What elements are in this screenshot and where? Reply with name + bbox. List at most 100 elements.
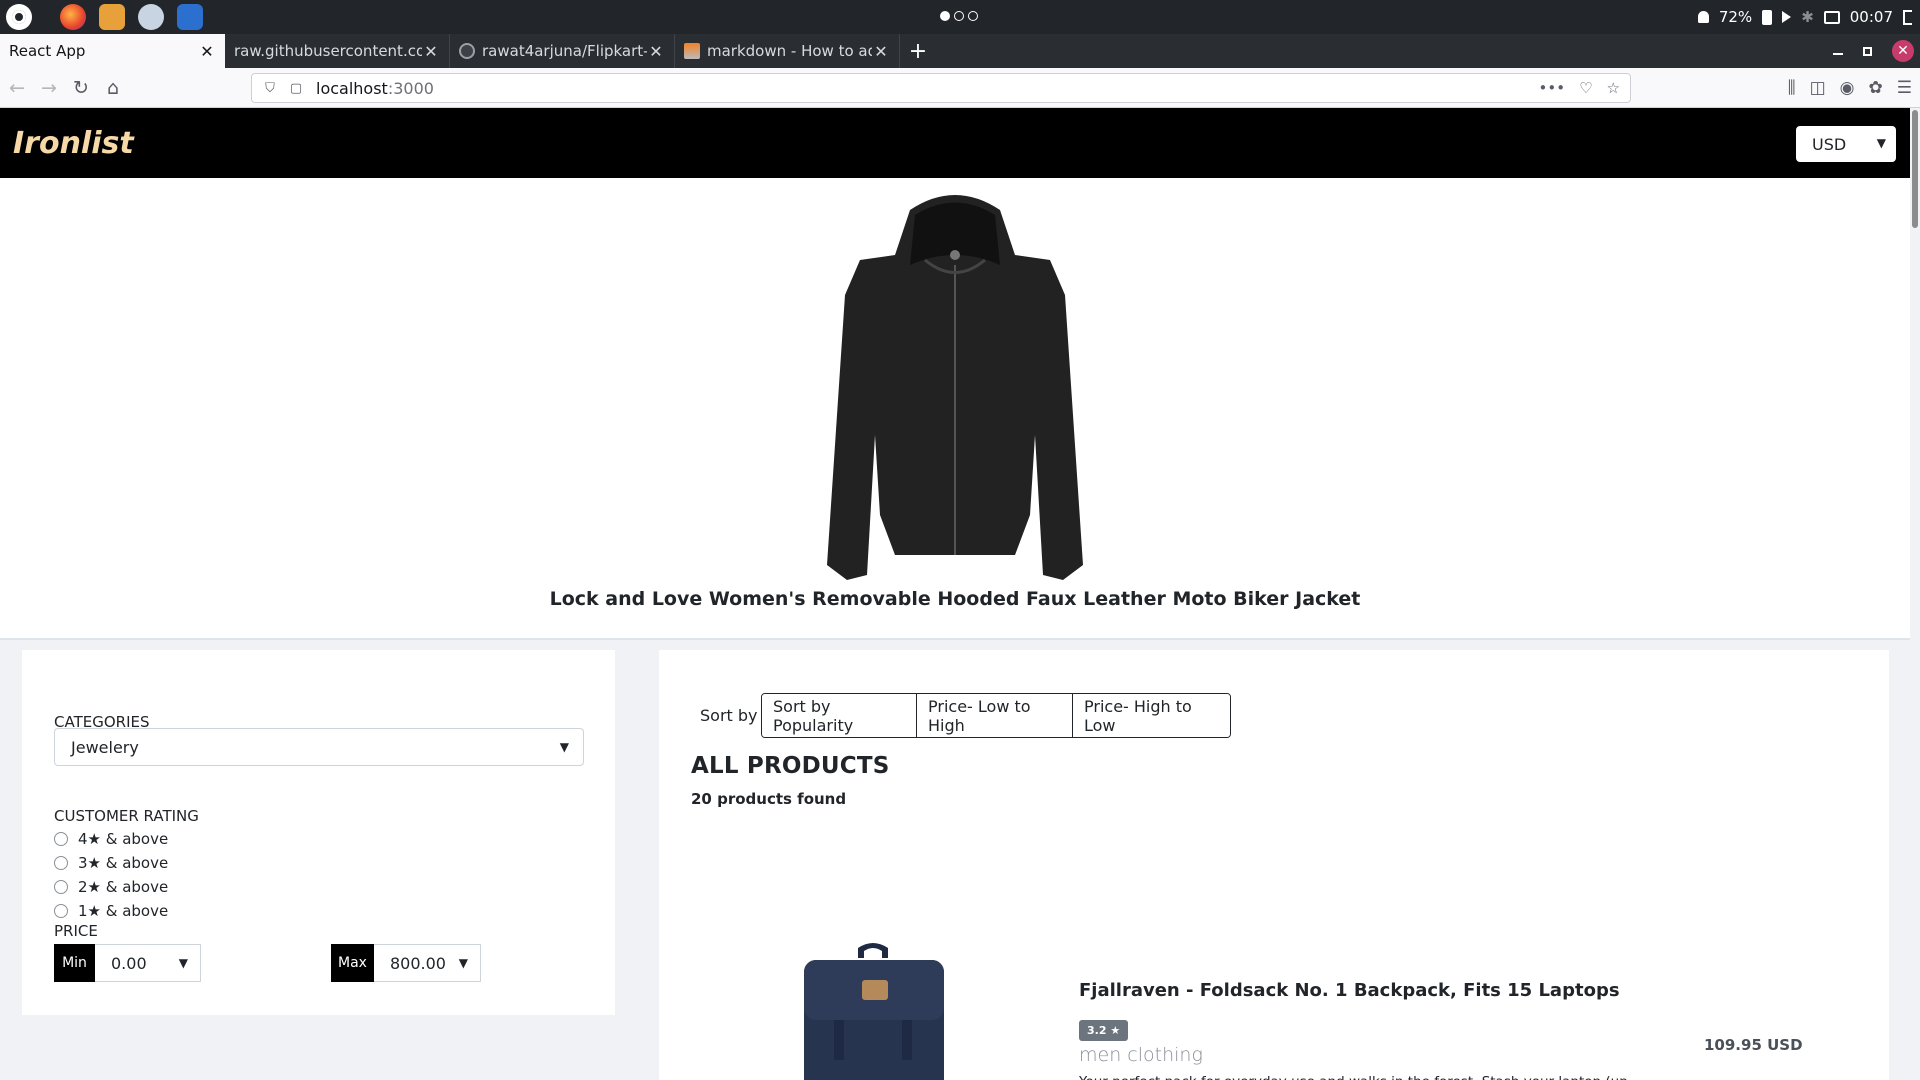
rating-option-4[interactable]: 4★ & above [54, 830, 168, 848]
rating-option-3[interactable]: 3★ & above [54, 854, 168, 872]
radio-button[interactable] [54, 832, 68, 846]
backpack-image[interactable] [796, 940, 951, 1080]
price-max-group: Max 800.00 ▼ [331, 944, 481, 982]
extension-icon[interactable]: ✿ [1869, 78, 1883, 98]
brand-logo[interactable]: Ironlist [13, 126, 134, 161]
clock-app-icon[interactable] [138, 4, 164, 30]
volume-icon[interactable] [1782, 11, 1792, 23]
library-icon[interactable]: ⫼ [1788, 78, 1796, 98]
battery-icon[interactable] [1762, 9, 1773, 25]
price-min-group: Min 0.00 ▼ [54, 944, 201, 982]
tab-label: markdown - How to ad [707, 42, 872, 60]
clock[interactable]: 00:07 [1850, 8, 1893, 26]
back-button[interactable]: ← [2, 73, 32, 103]
account-icon[interactable]: ◉ [1840, 78, 1855, 98]
tab-raw-github[interactable]: raw.githubusercontent.co ✕ [225, 34, 450, 68]
shield-icon[interactable]: ⛉ [262, 81, 278, 96]
display-icon[interactable] [1823, 10, 1840, 24]
workspace-dot[interactable] [940, 11, 950, 21]
category-select[interactable]: Jewelery ▼ [54, 728, 584, 766]
filter-panel: CATEGORIES Jewelery ▼ CUSTOMER RATING 4★… [22, 650, 615, 1015]
product-description: Your perfect pack for everyday use and w… [1079, 1072, 1639, 1080]
price-min-value: 0.00 [111, 953, 147, 973]
product-title[interactable]: Fjallraven - Foldsack No. 1 Backpack, Fi… [1079, 980, 1620, 1001]
forward-button[interactable]: → [34, 73, 64, 103]
radio-button[interactable] [54, 856, 68, 870]
system-tray: 72% ✱ 00:07 [1697, 0, 1912, 34]
workspace-dot[interactable] [954, 11, 964, 21]
close-window-icon[interactable]: ✕ [1892, 40, 1914, 62]
customer-rating-label: CUSTOMER RATING [54, 807, 199, 825]
sort-price-low-high-button[interactable]: Price- Low to High [917, 694, 1073, 737]
url-port: :3000 [387, 78, 434, 98]
page-info-icon[interactable]: ▢ [288, 81, 304, 96]
tab-react-app[interactable]: React App ✕ [0, 34, 225, 68]
rating-badge: 3.2 ★ [1079, 1020, 1129, 1041]
product-category: men clothing [1079, 1044, 1203, 1066]
radio-button[interactable] [54, 904, 68, 918]
page-actions-icon[interactable]: ••• [1539, 79, 1566, 97]
reload-button[interactable]: ↻ [66, 73, 96, 103]
tab-github-repo[interactable]: rawat4arjuna/Flipkart- ✕ [450, 34, 675, 68]
minimize-icon[interactable] [1833, 53, 1843, 55]
logout-icon[interactable] [1903, 9, 1912, 25]
close-tab-icon[interactable]: ✕ [422, 42, 440, 61]
browser-toolbar-right: ⫼ ◫ ◉ ✿ ☰ [1788, 68, 1912, 108]
home-button[interactable]: ⌂ [98, 73, 128, 103]
url-actions: ••• ♡ ☆ [1539, 79, 1630, 97]
workspace-indicator[interactable] [940, 11, 978, 21]
notification-icon[interactable] [1697, 11, 1709, 23]
rating-option-label: 2★ & above [78, 878, 169, 896]
sort-by-label: Sort by [700, 706, 758, 725]
files-icon[interactable] [99, 4, 125, 30]
maximize-icon[interactable] [1863, 46, 1872, 56]
featured-product: Lock and Love Women's Removable Hooded F… [0, 178, 1910, 640]
rating-option-2[interactable]: 2★ & above [54, 878, 168, 896]
vscode-icon[interactable] [177, 4, 203, 30]
close-tab-icon[interactable]: ✕ [198, 42, 216, 61]
currency-select[interactable]: USD ▼ [1796, 126, 1896, 162]
price-min-select[interactable]: 0.00 ▼ [95, 944, 201, 982]
page-scrollbar[interactable] [1910, 108, 1920, 1080]
os-menu-icon[interactable] [6, 4, 32, 30]
new-tab-button[interactable]: + [900, 34, 936, 68]
currency-value: USD [1812, 134, 1847, 154]
products-count: 20 products found [691, 790, 847, 808]
product-card[interactable]: Fjallraven - Foldsack No. 1 Backpack, Fi… [659, 840, 1889, 1080]
radio-button[interactable] [54, 880, 68, 894]
jacket-image[interactable] [815, 185, 1095, 590]
page-viewport: Ironlist USD ▼ Lock and Love Women's Rem… [0, 108, 1920, 1080]
sort-popularity-button[interactable]: Sort by Popularity [762, 694, 917, 737]
featured-product-title[interactable]: Lock and Love Women's Removable Hooded F… [0, 588, 1910, 610]
rating-option-1[interactable]: 1★ & above [54, 902, 168, 920]
bluetooth-icon[interactable]: ✱ [1801, 9, 1814, 25]
price-max-select[interactable]: 800.00 ▼ [374, 944, 481, 982]
all-products-title: ALL PRODUCTS [691, 753, 890, 779]
tab-stackoverflow[interactable]: markdown - How to ad ✕ [675, 34, 900, 68]
sidebar-icon[interactable]: ◫ [1810, 78, 1826, 98]
url-text[interactable]: localhost:3000 [316, 79, 434, 98]
close-tab-icon[interactable]: ✕ [647, 42, 665, 61]
menu-icon[interactable]: ☰ [1897, 78, 1912, 98]
pocket-icon[interactable]: ♡ [1579, 79, 1592, 97]
rating-option-label: 1★ & above [78, 902, 169, 920]
workspace-dot[interactable] [968, 11, 978, 21]
app-header: Ironlist USD ▼ [0, 108, 1910, 178]
url-bar[interactable]: ⛉ ▢ localhost:3000 ••• ♡ ☆ [251, 73, 1631, 103]
github-icon [459, 43, 475, 59]
price-label: PRICE [54, 922, 98, 940]
tab-label: rawat4arjuna/Flipkart- [482, 42, 647, 60]
url-host: localhost [316, 78, 388, 98]
stackoverflow-icon [684, 43, 700, 59]
rating-option-label: 3★ & above [78, 854, 169, 872]
browser-nav-bar: ← → ↻ ⌂ ⛉ ▢ localhost:3000 ••• ♡ ☆ ⫼ ◫ ◉… [0, 68, 1920, 108]
scroll-thumb[interactable] [1912, 110, 1918, 228]
close-tab-icon[interactable]: ✕ [872, 42, 890, 61]
firefox-icon[interactable] [60, 4, 86, 30]
bookmark-star-icon[interactable]: ☆ [1607, 79, 1620, 97]
product-price: 109.95 USD [1704, 1036, 1803, 1054]
sort-price-high-low-button[interactable]: Price- High to Low [1073, 694, 1230, 737]
chevron-down-icon: ▼ [458, 956, 468, 970]
os-top-bar: 72% ✱ 00:07 [0, 0, 1920, 34]
window-controls: ✕ [1833, 34, 1920, 68]
